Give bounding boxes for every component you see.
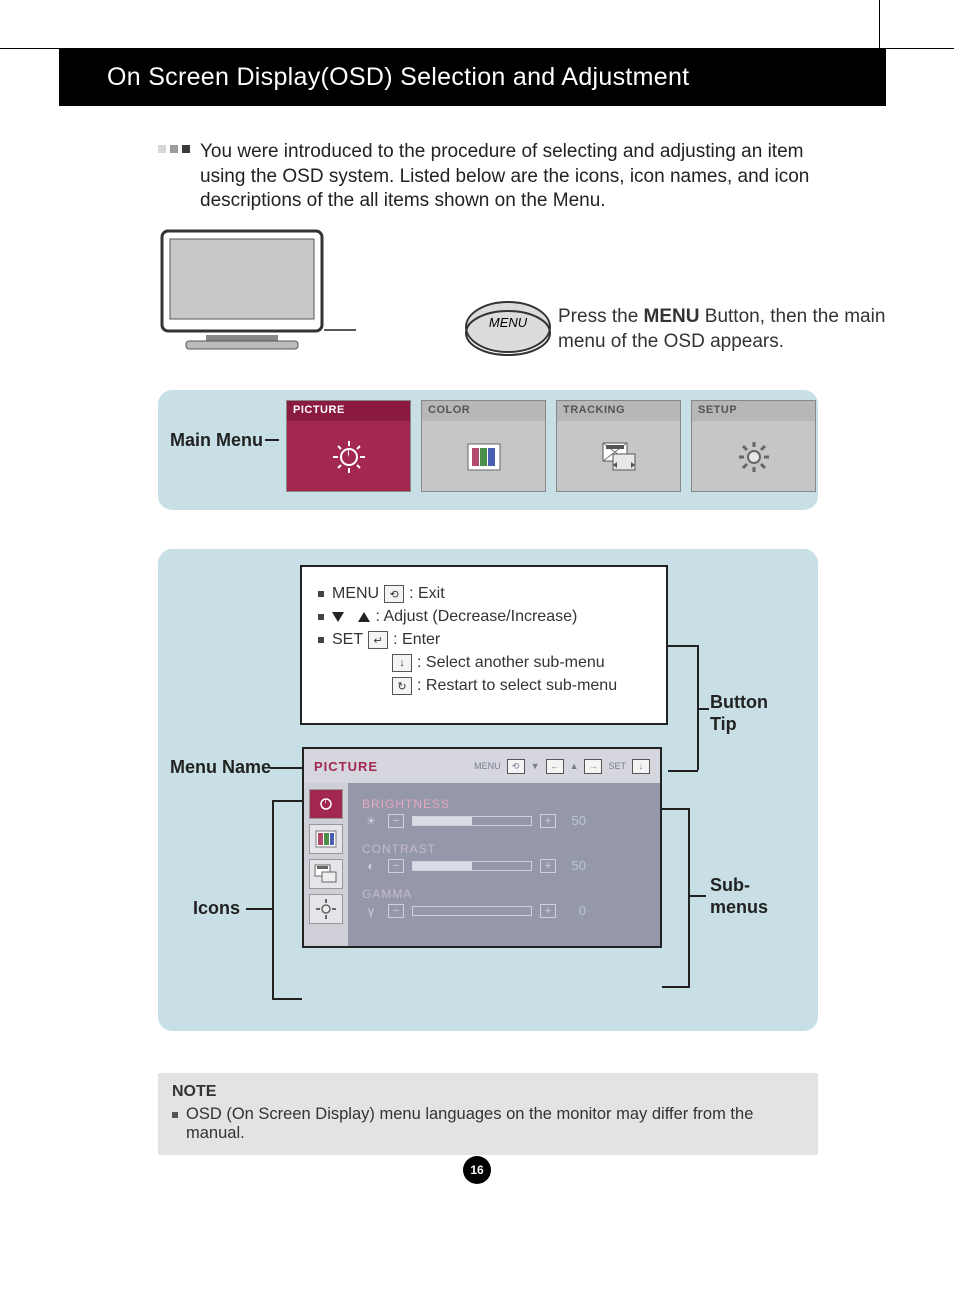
- decrease-button[interactable]: −: [388, 859, 404, 873]
- restart-icon: ↻: [392, 677, 412, 695]
- increase-button[interactable]: +: [540, 814, 556, 828]
- button-tip-box: MENU ⟲ : Exit : Adjust (Decrease/Increas…: [300, 565, 668, 725]
- section-title: On Screen Display(OSD) Selection and Adj…: [107, 63, 689, 92]
- page-number: 16: [463, 1156, 491, 1184]
- sidebar-item-picture[interactable]: [309, 789, 343, 819]
- color-bars-icon: [466, 442, 502, 472]
- main-menu-tabs: PICTURE COLOR TRACKING SETUP: [286, 400, 816, 492]
- label-main-menu: Main Menu: [170, 430, 263, 451]
- decrease-button[interactable]: −: [388, 814, 404, 828]
- osd-title: PICTURE: [314, 759, 378, 774]
- slider[interactable]: [412, 906, 532, 916]
- osd-top-buttons: MENU⟲ ▼← ▲→ SET↓: [474, 759, 650, 774]
- note-heading: NOTE: [172, 1083, 804, 1101]
- intro-row: You were introduced to the procedure of …: [158, 140, 814, 214]
- page-rule-right: [879, 0, 880, 48]
- gamma-icon: γ: [362, 904, 380, 918]
- down-arrow-icon[interactable]: ↓: [632, 759, 650, 774]
- exit-icon: ⟲: [384, 585, 404, 603]
- increase-button[interactable]: +: [540, 904, 556, 918]
- label-sub-menus: Sub-menus: [710, 875, 768, 918]
- intro-text: You were introduced to the procedure of …: [200, 140, 814, 214]
- slider[interactable]: [412, 861, 532, 871]
- tab-picture[interactable]: PICTURE: [286, 400, 411, 492]
- tab-color[interactable]: COLOR: [421, 400, 546, 492]
- svg-text:MENU: MENU: [489, 315, 528, 330]
- section-header: On Screen Display(OSD) Selection and Adj…: [59, 48, 886, 106]
- osd-titlebar: PICTURE MENU⟲ ▼← ▲→ SET↓: [304, 749, 660, 783]
- exit-icon[interactable]: ⟲: [507, 759, 525, 774]
- subitem-contrast[interactable]: CONTRAST ◐−+50: [362, 842, 646, 873]
- gear-icon: [736, 439, 772, 475]
- down-triangle-icon: [332, 612, 344, 622]
- color-bars-icon: [315, 830, 337, 848]
- label-button-tip: ButtonTip: [710, 692, 768, 735]
- tab-tracking[interactable]: TRACKING: [556, 400, 681, 492]
- sun-icon: ☀: [362, 814, 380, 828]
- up-triangle-icon: [358, 612, 370, 622]
- monitor-illustration: [156, 225, 356, 365]
- sidebar-item-setup[interactable]: [309, 894, 343, 924]
- sidebar-item-tracking[interactable]: [309, 859, 343, 889]
- label-icons: Icons: [193, 898, 240, 919]
- monitor-row: MENU Press the MENU Button, then the mai…: [158, 225, 814, 390]
- note-block: NOTE OSD (On Screen Display) menu langua…: [158, 1073, 818, 1155]
- minus-icon[interactable]: ←: [546, 759, 564, 774]
- subitem-gamma[interactable]: GAMMA γ−+0: [362, 887, 646, 918]
- osd-main: BRIGHTNESS ☀−+50 CONTRAST ◐−+50 GAMMA γ−…: [348, 783, 660, 946]
- plus-icon[interactable]: →: [584, 759, 602, 774]
- contrast-icon: ◐: [362, 859, 380, 873]
- press-instruction: Press the MENU Button, then the main men…: [558, 305, 918, 354]
- slider[interactable]: [412, 816, 532, 826]
- brightness-icon: [329, 437, 369, 477]
- brightness-icon: [316, 794, 336, 814]
- down-arrow-icon: ↓: [392, 654, 412, 672]
- sidebar-item-color[interactable]: [309, 824, 343, 854]
- enter-icon: ↵: [368, 631, 388, 649]
- tracking-icon: [599, 441, 639, 473]
- increase-button[interactable]: +: [540, 859, 556, 873]
- decrease-button[interactable]: −: [388, 904, 404, 918]
- menu-button-illustration: MENU: [463, 297, 553, 357]
- intro-bullet: [158, 145, 190, 214]
- osd-sidebar: [304, 783, 348, 946]
- tab-setup[interactable]: SETUP: [691, 400, 816, 492]
- gear-icon: [315, 898, 337, 920]
- bullet-icon: [172, 1112, 178, 1118]
- tracking-icon: [314, 864, 338, 884]
- osd-window: PICTURE MENU⟲ ▼← ▲→ SET↓ BRIGHTNESS ☀−+5…: [302, 747, 662, 948]
- note-text: OSD (On Screen Display) menu languages o…: [186, 1105, 804, 1143]
- subitem-brightness[interactable]: BRIGHTNESS ☀−+50: [362, 797, 646, 828]
- label-menu-name: Menu Name: [170, 757, 271, 778]
